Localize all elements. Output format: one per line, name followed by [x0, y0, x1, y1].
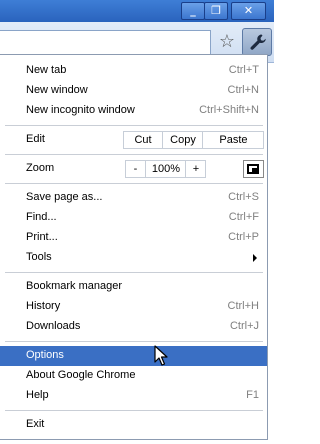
zoom-level: 100% — [145, 161, 186, 177]
wrench-icon — [250, 34, 266, 50]
menu-item-label: History — [26, 300, 61, 312]
menu-item-new-incognito-window[interactable]: New incognito window Ctrl+Shift+N — [0, 101, 267, 121]
fullscreen-icon — [247, 164, 259, 174]
menu-item-history[interactable]: History Ctrl+H — [0, 297, 267, 317]
chrome-wrench-menu: New tab Ctrl+T New window Ctrl+N New inc… — [0, 54, 268, 440]
wrench-menu-button[interactable] — [242, 28, 272, 56]
menu-item-label: New window — [26, 84, 88, 96]
menu-item-label: Bookmark manager — [26, 280, 122, 292]
zoom-control: - 100% + — [125, 160, 206, 178]
menu-item-label: Zoom — [26, 162, 55, 174]
window-title-bar: _ ❐ ✕ — [0, 0, 274, 22]
menu-item-label: Tools — [26, 251, 52, 263]
menu-item-label: Exit — [26, 418, 45, 430]
menu-item-new-window[interactable]: New window Ctrl+N — [0, 81, 267, 101]
menu-item-label: Help — [26, 389, 49, 401]
close-button[interactable]: ✕ — [231, 2, 266, 20]
menu-item-print[interactable]: Print... Ctrl+P — [0, 228, 267, 248]
copy-button[interactable]: Copy — [162, 132, 203, 148]
menu-item-shortcut: Ctrl+F — [228, 211, 259, 223]
menu-item-downloads[interactable]: Downloads Ctrl+J — [0, 317, 267, 337]
zoom-out-button[interactable]: - — [126, 161, 145, 177]
menu-item-save-page[interactable]: Save page as... Ctrl+S — [0, 188, 267, 208]
menu-item-label: Save page as... — [26, 191, 103, 203]
zoom-in-button[interactable]: + — [185, 161, 206, 177]
menu-item-label: Print... — [26, 231, 58, 243]
menu-separator — [5, 341, 263, 342]
menu-item-new-tab[interactable]: New tab Ctrl+T — [0, 61, 267, 81]
submenu-arrow-icon — [253, 254, 257, 262]
maximize-button[interactable]: ❐ — [204, 2, 228, 20]
menu-item-find[interactable]: Find... Ctrl+F — [0, 208, 267, 228]
menu-item-label: New incognito window — [26, 104, 135, 116]
address-bar[interactable] — [0, 30, 211, 56]
paste-button[interactable]: Paste — [202, 132, 264, 148]
cut-button[interactable]: Cut — [124, 132, 162, 148]
menu-item-label: Edit — [26, 133, 45, 145]
menu-separator — [5, 410, 263, 411]
menu-item-options[interactable]: Options — [0, 346, 267, 366]
menu-item-shortcut: Ctrl+J — [229, 320, 259, 332]
minimize-button[interactable]: _ — [181, 2, 205, 20]
menu-item-shortcut: Ctrl+H — [227, 300, 259, 312]
menu-item-label: New tab — [26, 64, 67, 76]
menu-separator — [5, 272, 263, 273]
menu-item-shortcut: Ctrl+S — [228, 191, 259, 203]
menu-item-shortcut: Ctrl+Shift+N — [199, 104, 259, 116]
menu-item-shortcut: Ctrl+N — [227, 84, 259, 96]
menu-item-label: About Google Chrome — [26, 369, 136, 381]
menu-item-shortcut: F1 — [246, 389, 259, 401]
menu-item-exit[interactable]: Exit — [0, 415, 267, 435]
menu-separator — [5, 125, 263, 126]
star-icon[interactable]: ☆ — [217, 29, 237, 55]
menu-separator — [5, 154, 263, 155]
menu-item-help[interactable]: Help F1 — [0, 386, 267, 406]
edit-button-group: Cut Copy Paste — [123, 131, 264, 149]
menu-item-about[interactable]: About Google Chrome — [0, 366, 267, 386]
menu-separator — [5, 183, 263, 184]
menu-item-label: Options — [26, 349, 64, 361]
menu-item-shortcut: Ctrl+P — [228, 231, 259, 243]
menu-item-label: Find... — [26, 211, 57, 223]
menu-item-tools[interactable]: Tools — [0, 248, 267, 268]
menu-item-bookmark-manager[interactable]: Bookmark manager — [0, 277, 267, 297]
mouse-cursor-icon — [154, 345, 168, 366]
menu-item-shortcut: Ctrl+T — [228, 64, 259, 76]
fullscreen-button[interactable] — [243, 160, 264, 178]
menu-item-label: Downloads — [26, 320, 81, 332]
